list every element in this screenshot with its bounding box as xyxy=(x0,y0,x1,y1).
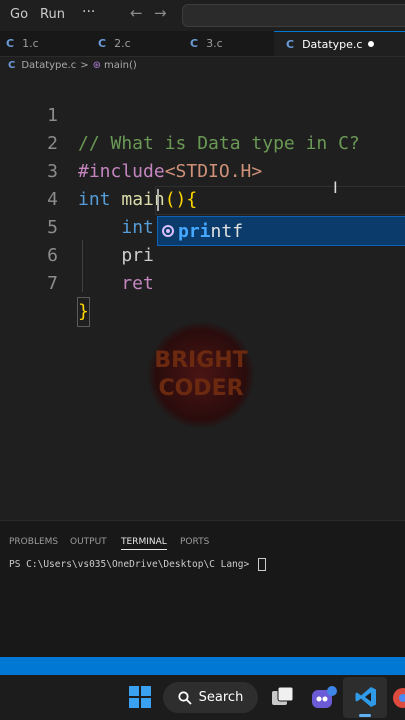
windows-start-icon[interactable] xyxy=(129,686,151,708)
text-caret xyxy=(157,189,159,211)
code-line: 1 // What is Data type in C? xyxy=(0,74,405,154)
active-app-indicator xyxy=(359,714,371,717)
tab-label: Datatype.c xyxy=(302,37,363,51)
breadcrumb-symbol[interactable]: main() xyxy=(104,60,137,71)
bottom-panel: PROBLEMS OUTPUT TERMINAL PORTS PS C:\Use… xyxy=(0,520,405,658)
code-line: 2 #include<STDIO.H> xyxy=(0,102,405,182)
c-file-icon: C xyxy=(8,60,16,71)
breadcrumb-file[interactable]: Datatype.c xyxy=(21,60,76,71)
code-editor[interactable]: 1 // What is Data type in C? 2 #include<… xyxy=(0,74,405,520)
menu-bar: Go Run ··· ← → xyxy=(0,0,405,31)
return-text: ret xyxy=(78,273,154,294)
menu-more[interactable]: ··· xyxy=(82,4,95,20)
code-line: 4 int a = 4; xyxy=(0,158,405,238)
search-icon xyxy=(178,690,192,705)
tab-ports[interactable]: PORTS xyxy=(180,537,209,547)
watermark-line2: CODER xyxy=(158,376,244,401)
tab-1c[interactable]: C 1.c xyxy=(6,31,88,56)
closing-brace: } xyxy=(77,297,90,327)
editor-tabs: C 1.c C 2.c C 3.c C Datatype.c xyxy=(0,31,405,57)
code-line: 3 int main(){ xyxy=(0,130,405,210)
indent-guide xyxy=(82,240,83,292)
current-line-highlight xyxy=(155,186,405,215)
forward-arrow-icon[interactable]: → xyxy=(154,4,167,22)
tab-terminal[interactable]: TERMINAL xyxy=(121,537,167,550)
vscode-taskbar-button[interactable] xyxy=(343,677,387,718)
tab-3c[interactable]: C 3.c xyxy=(190,31,270,56)
tab-label: 1.c xyxy=(22,37,39,50)
vscode-icon xyxy=(355,687,376,707)
terminal-cursor xyxy=(257,558,266,571)
c-file-icon: C xyxy=(6,37,15,50)
tab-datatype-c[interactable]: C Datatype.c xyxy=(274,31,405,56)
chrome-icon[interactable] xyxy=(392,687,405,709)
watermark-line1: BRIGHT xyxy=(154,348,248,373)
menu-run[interactable]: Run xyxy=(40,7,65,22)
terminal-prompt[interactable]: PS C:\Users\vs035\OneDrive\Desktop\C Lan… xyxy=(9,558,266,571)
tab-label: 3.c xyxy=(206,37,223,50)
status-bar xyxy=(0,657,405,675)
chat-app-icon[interactable] xyxy=(311,685,337,711)
function-symbol-icon: ⊛ xyxy=(92,60,102,71)
c-file-icon: C xyxy=(286,37,295,51)
c-file-icon: C xyxy=(190,37,199,50)
menu-go[interactable]: Go xyxy=(10,7,28,22)
autocomplete-suggestion[interactable]: printf xyxy=(157,216,405,246)
line-number: 7 xyxy=(47,273,58,294)
unsaved-dot-icon[interactable] xyxy=(368,41,375,47)
watermark-logo: BRIGHT CODER xyxy=(148,322,254,428)
taskbar-search-button[interactable]: Search xyxy=(163,682,258,713)
back-arrow-icon[interactable]: ← xyxy=(130,4,143,22)
text-cursor-icon: I xyxy=(333,178,338,197)
method-symbol-icon xyxy=(162,225,174,237)
search-label: Search xyxy=(198,690,244,705)
c-file-icon: C xyxy=(98,37,107,50)
task-view-icon[interactable] xyxy=(272,687,294,707)
suggestion-label: printf xyxy=(178,220,244,242)
breadcrumb-separator: > xyxy=(80,60,89,71)
tab-label: 2.c xyxy=(114,37,131,50)
code-line: 7 } xyxy=(0,242,405,327)
tab-output[interactable]: OUTPUT xyxy=(70,537,107,547)
taskbar: Search xyxy=(0,675,405,720)
tab-problems[interactable]: PROBLEMS xyxy=(9,537,58,547)
command-center[interactable] xyxy=(182,4,405,27)
breadcrumb: C Datatype.c > ⊛ main() xyxy=(0,57,405,74)
tab-2c[interactable]: C 2.c xyxy=(98,31,180,56)
